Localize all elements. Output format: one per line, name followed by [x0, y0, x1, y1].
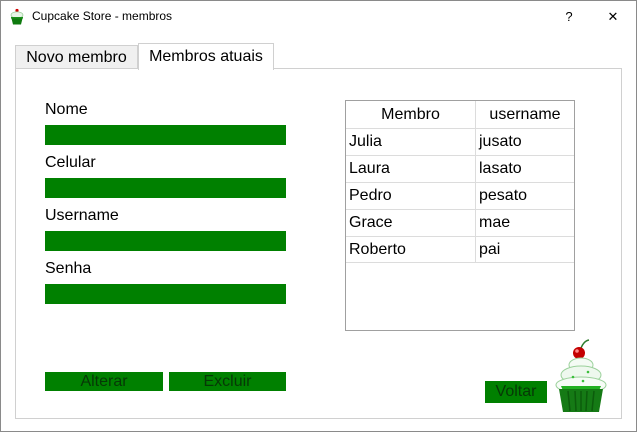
- cell-username: lasato: [479, 160, 522, 177]
- username-field[interactable]: [45, 231, 286, 251]
- table-row[interactable]: Pedro pesato: [346, 182, 574, 209]
- members-table[interactable]: Membro username Julia jusato Laura lasat…: [345, 100, 575, 331]
- cell-username: jusato: [479, 133, 522, 150]
- table-row[interactable]: Laura lasato: [346, 155, 574, 182]
- excluir-button[interactable]: Excluir: [169, 372, 286, 391]
- table-row[interactable]: Grace mae: [346, 209, 574, 236]
- celular-field[interactable]: [45, 178, 286, 198]
- celular-label: Celular: [45, 154, 96, 171]
- cell-username: mae: [479, 214, 511, 231]
- cupcake-logo: [555, 339, 607, 412]
- app-window: Cupcake Store - membros ? ✕ Novo membro …: [0, 0, 637, 432]
- table-row[interactable]: Roberto pai: [346, 236, 574, 263]
- column-header-username[interactable]: username: [476, 106, 574, 124]
- cell-username: pai: [479, 241, 501, 258]
- cupcake-icon: [10, 8, 24, 25]
- table-header: Membro username: [346, 101, 574, 129]
- cell-membro: Julia: [349, 133, 382, 150]
- alterar-button[interactable]: Alterar: [45, 372, 163, 391]
- nome-label: Nome: [45, 101, 88, 118]
- tab-membros-atuais[interactable]: Membros atuais: [138, 43, 274, 70]
- cell-membro: Laura: [349, 160, 390, 177]
- help-button[interactable]: ?: [547, 1, 591, 32]
- window-title: Cupcake Store - membros: [32, 9, 173, 23]
- username-label: Username: [45, 207, 119, 224]
- column-header-membro[interactable]: Membro: [346, 106, 475, 124]
- title-bar: Cupcake Store - membros ? ✕: [1, 1, 636, 32]
- senha-label: Senha: [45, 260, 92, 277]
- cell-membro: Pedro: [349, 187, 392, 204]
- cell-username: pesato: [479, 187, 528, 204]
- cell-membro: Grace: [349, 214, 393, 231]
- nome-field[interactable]: [45, 125, 286, 145]
- close-button[interactable]: ✕: [591, 1, 635, 32]
- senha-field[interactable]: [45, 284, 286, 304]
- table-row[interactable]: Julia jusato: [346, 128, 574, 155]
- tab-novo-membro[interactable]: Novo membro: [15, 45, 138, 69]
- voltar-button[interactable]: Voltar: [485, 381, 547, 403]
- cell-membro: Roberto: [349, 241, 406, 258]
